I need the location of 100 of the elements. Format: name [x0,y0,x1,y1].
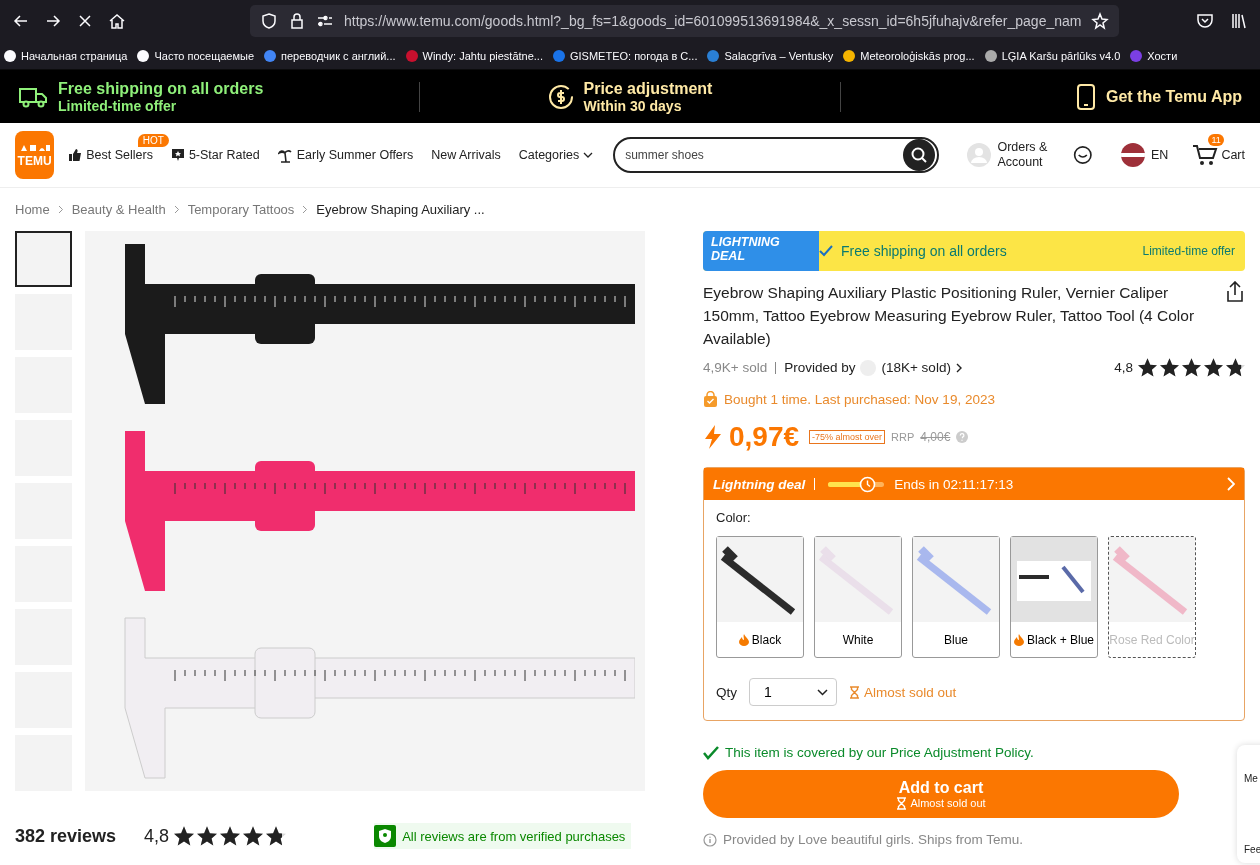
chevron-right-icon [57,205,64,214]
address-bar[interactable]: https://www.temu.com/goods.html?_bg_fs=1&goods_id=601099513691984&_x_sessn_id=6h5jfuhajv&refer_page_nam [250,5,1120,37]
chat-icon[interactable] [1073,143,1093,167]
nav-link[interactable]: New Arrivals [431,148,501,162]
cart-link[interactable]: Cart [1192,143,1245,167]
bookmark-link[interactable]: Начальная страница [3,48,128,63]
sold-count: 4,9K+ sold [703,360,768,375]
bookmark-icon [706,48,721,63]
search-field[interactable]: summer shoes [613,137,940,173]
breadcrumb-link[interactable]: Beauty & Health [71,202,166,217]
bookmark-link[interactable]: переводчик с англий... [263,48,396,63]
deal-banner: LIGHTNING DEAL Free shipping on all orders Limited-time offer [703,231,1245,271]
verified-badge: All reviews are from verified purchases [374,823,632,849]
share-icon[interactable] [1225,281,1245,303]
breadcrumb-link[interactable]: Temporary Tattoos [187,202,295,217]
provider-label: Provided by [784,360,856,375]
promo-title: Free shipping on all orders [58,78,264,98]
bookmark-link[interactable]: Windy: Jahtu piestātne... [404,48,543,63]
bookmark-link[interactable]: Хости [1129,48,1178,63]
color-option[interactable]: Blue [912,536,1000,658]
thumbnail-photo-placeholder[interactable] [15,231,72,287]
chevron-right-icon[interactable] [1227,477,1235,491]
chevron-down-icon [817,688,828,696]
nav-link[interactable]: 5-Star Rated [170,148,260,162]
star-icon [1138,358,1157,377]
bookmark-link[interactable]: LĢIA Karšu pārlūks v4.0 [983,48,1121,63]
star-icon [197,826,218,846]
color-option[interactable]: White [814,536,902,658]
cart-icon [1192,143,1219,167]
account-link[interactable]: Orders & Account [997,140,1052,170]
promo-subtitle: Limited-time offer [58,97,178,115]
palm-tree-icon [277,147,293,163]
stock-warning: Almost sold out [864,684,957,700]
star-icon [220,826,241,846]
cart-count-badge: 11 [1208,134,1224,146]
dollar-circle-icon [547,83,574,110]
logo-text: TEMU [17,153,52,168]
hourglass-icon [849,685,860,699]
shield-user-icon [374,825,397,847]
bookmark-star-icon[interactable] [1091,12,1110,30]
chevron-right-icon [173,205,180,214]
color-option[interactable]: Black [716,536,804,658]
rrp-label: RRP [891,431,915,443]
product-title: Eyebrow Shaping Auxiliary Plastic Positioning Ruler, Vernier Caliper 150mm, Tattoo Eyebrow Measuring Eyebrow Ruler, Tattoo Tool (4 Color Available) [703,283,1196,349]
lightning-icon [703,425,723,449]
bookmark-link[interactable]: Salacgrīva – Ventusky [706,48,834,63]
lightning-deal-badge: LIGHTNING DEAL [703,231,819,271]
nav-link[interactable]: Early Summer Offers [277,147,414,163]
home-icon[interactable] [108,12,126,30]
nav-link[interactable]: Best Sellers [68,148,153,162]
shopping-bag-icon [703,391,718,407]
language-selector[interactable]: EN [1121,143,1169,167]
logo-icons [18,142,51,153]
side-widget-label[interactable]: Me [1244,773,1260,784]
star-icon [1182,358,1201,377]
bookmark-icon [136,48,151,63]
check-icon [703,745,719,760]
color-label: Color: [716,510,752,525]
side-widget-label[interactable]: Fee [1244,844,1260,855]
bookmark-link[interactable]: Часто посещаемые [136,48,255,63]
bookmark-icon [404,48,419,63]
color-option[interactable]: Black + Blue [1010,536,1098,658]
purchase-note: Bought 1 time. Last purchased: Nov 19, 2023 [724,391,995,407]
check-icon [819,245,833,257]
library-icon[interactable] [1230,12,1248,30]
quantity-dropdown[interactable]: 1 [749,678,837,706]
star-icon [1160,358,1179,377]
chat-star-icon [170,148,185,162]
chevron-right-icon [302,205,309,214]
lock-icon[interactable] [288,12,306,30]
pocket-icon[interactable] [1196,12,1214,30]
flame-icon [1013,633,1024,646]
store-link[interactable]: (18K+ sold) [881,360,951,375]
bookmark-icon [1129,48,1144,63]
chevron-down-icon [583,152,594,158]
bookmark-icon [263,48,278,63]
shield-icon[interactable] [260,12,278,30]
chevron-right-icon [955,362,962,373]
discount-badge: -75% almost over [809,430,886,444]
search-icon[interactable] [903,139,936,171]
policy-note: This item is covered by our Price Adjustment Policy. [725,745,1034,760]
bookmark-icon [983,48,998,63]
price: 0,97€ [729,421,800,453]
review-count: 382 reviews [15,825,117,847]
breadcrumb-link[interactable]: Home [15,202,50,217]
hourglass-icon [896,796,908,810]
hot-badge: HOT [137,134,169,147]
deal-header: Lightning deal Ends in 02:11:17:13 [704,468,1244,500]
bookmark-link[interactable]: GISMETEO: погода в С... [551,48,698,63]
promo-title: Get the Temu App [1106,87,1242,106]
countdown-text: Ends in 02:11:17:13 [894,476,1014,492]
bookmark-link[interactable]: Meteoroloģiskās prog... [842,48,975,63]
info-icon [703,832,717,847]
breadcrumb-link[interactable]: Eyebrow Shaping Auxiliary ... [316,202,485,217]
flag-icon [1121,143,1145,167]
shipping-note: Provided by Love beautiful girls. Ships from Temu. [723,832,1023,847]
nav-link[interactable]: Categories [518,148,594,162]
phone-icon [1076,82,1096,111]
promo-title: Price adjustment [583,78,713,98]
star-icon [1226,358,1245,377]
